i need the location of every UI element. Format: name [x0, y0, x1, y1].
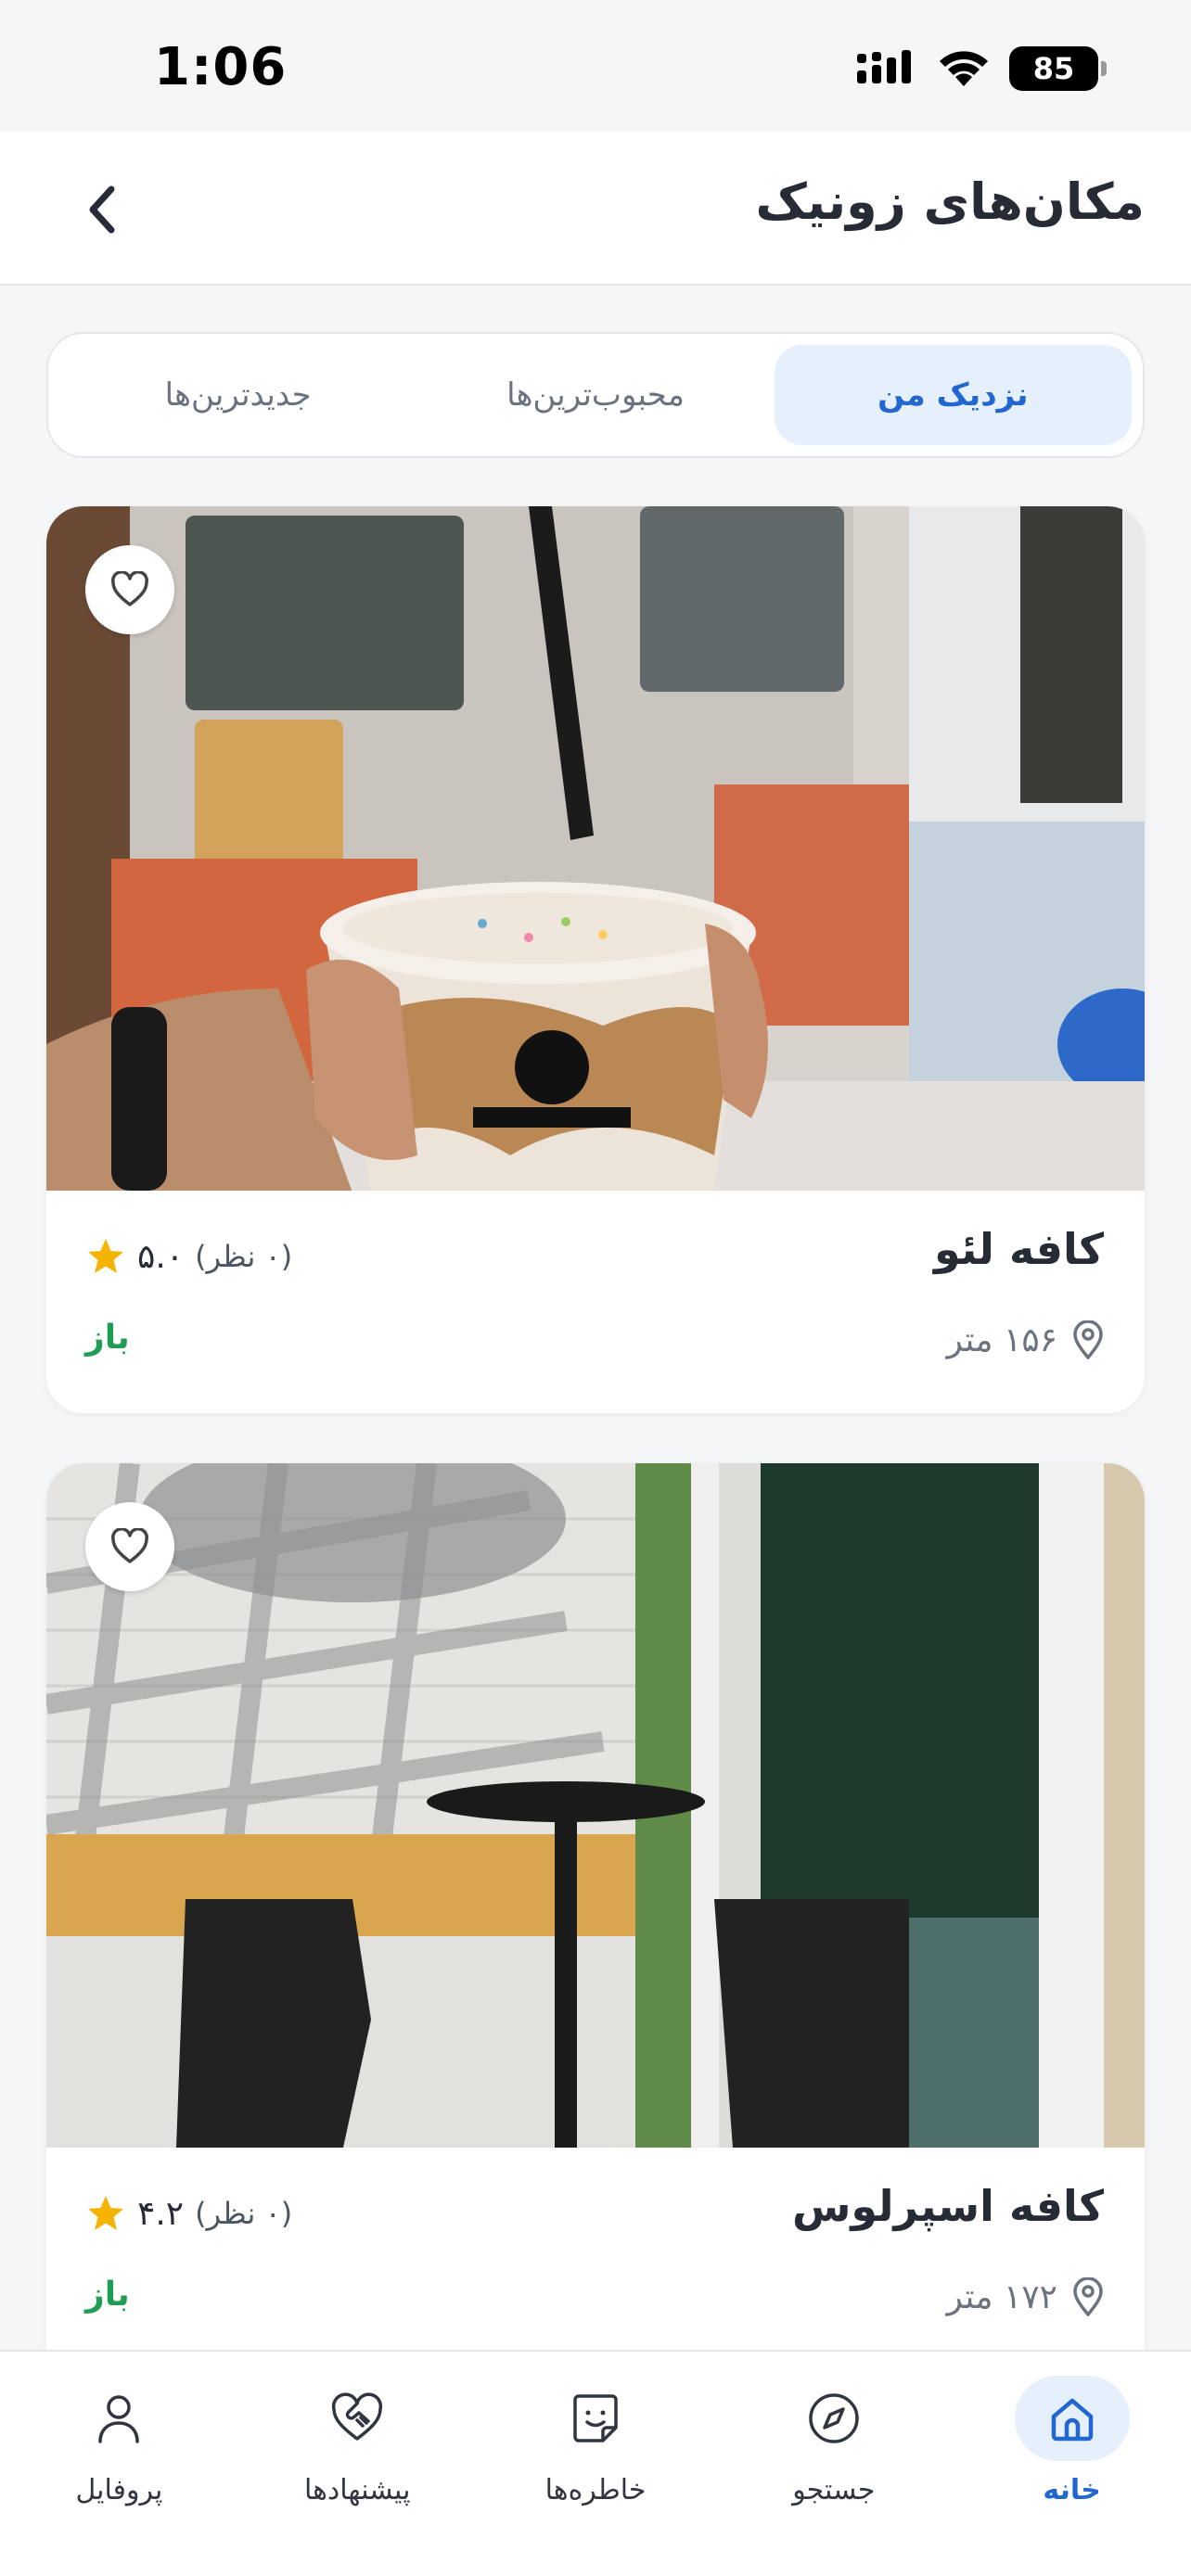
review-count: (۰ نظر) — [195, 1239, 293, 1274]
heart-handshake-icon — [332, 2392, 383, 2441]
place-info: کافه لئو ۵.۰ (۰ نظر) ۱۵۶ متر باز — [46, 1191, 1145, 1413]
home-icon — [1051, 2398, 1093, 2442]
distance-value: ۱۵۶ متر — [946, 1320, 1057, 1359]
place-photo-iced-coffee — [46, 506, 1145, 1191]
chevron-left-icon — [89, 185, 115, 234]
favorite-button[interactable] — [85, 1502, 174, 1591]
nav-item-profile[interactable]: پروفایل — [0, 2352, 238, 2576]
rating: ۵.۰ (۰ نظر) — [85, 1237, 292, 1276]
user-icon — [98, 2395, 140, 2443]
tab-most-popular[interactable]: محبوب‌ترین‌ها — [416, 345, 774, 445]
status-icons: 85 — [857, 46, 1107, 91]
open-status: باز — [85, 2276, 130, 2314]
nav-label-profile: پروفایل — [75, 2474, 163, 2506]
rating-value: ۴.۲ — [137, 2194, 185, 2233]
back-button[interactable] — [65, 172, 139, 247]
tab-newest[interactable]: جدیدترین‌ها — [59, 345, 416, 445]
rating-value: ۵.۰ — [137, 1237, 185, 1276]
nav-item-home[interactable]: خانه — [953, 2352, 1191, 2576]
star-icon — [88, 1239, 123, 1273]
bottom-navigation: خانه جستجو خاطره‌ها — [0, 2350, 1191, 2576]
location-pin-icon — [1073, 2277, 1103, 2316]
review-count: (۰ نظر) — [195, 2196, 293, 2231]
place-photo — [46, 1463, 1145, 2148]
distance: ۱۵۶ متر — [947, 1320, 1104, 1359]
heart-outline-icon — [111, 571, 148, 606]
status-time: 1:06 — [154, 37, 288, 97]
distance: ۱۷۲ متر — [947, 2277, 1104, 2316]
page-title: مکان‌های زونیک — [755, 172, 1145, 231]
status-bar: 1:06 85 — [0, 0, 1191, 132]
tab-near-me[interactable]: نزدیک من — [774, 345, 1132, 445]
wifi-icon — [940, 51, 988, 86]
place-photo-storefront — [46, 1463, 1145, 2148]
nav-icon-wrap — [300, 2376, 415, 2461]
nav-item-suggestions[interactable]: پیشنهادها — [238, 2352, 477, 2576]
memory-note-icon — [573, 2394, 618, 2442]
rating: ۴.۲ (۰ نظر) — [85, 2194, 292, 2233]
heart-outline-icon — [111, 1528, 148, 1563]
place-card[interactable]: کافه اسپرلوس ۴.۲ (۰ نظر) ۱۷۲ متر باز — [46, 1463, 1145, 2391]
place-name: کافه اسپرلوس — [791, 2181, 1104, 2231]
location-pin-icon — [1073, 1320, 1103, 1359]
nav-label-search: جستجو — [792, 2474, 876, 2506]
favorite-button[interactable] — [85, 545, 174, 634]
filter-tabs: نزدیک من محبوب‌ترین‌ها جدیدترین‌ها — [46, 332, 1145, 458]
nav-label-memories: خاطره‌ها — [544, 2474, 647, 2506]
star-icon — [88, 2196, 123, 2230]
place-info: کافه اسپرلوس ۴.۲ (۰ نظر) ۱۷۲ متر باز — [46, 2148, 1145, 2370]
battery-level: 85 — [1032, 51, 1075, 86]
header: مکان‌های زونیک — [0, 132, 1191, 286]
open-status: باز — [85, 1319, 130, 1357]
compass-icon — [809, 2393, 859, 2443]
nav-icon-wrap — [776, 2376, 891, 2461]
place-card[interactable]: کافه لئو ۵.۰ (۰ نظر) ۱۵۶ متر باز — [46, 506, 1145, 1413]
nav-item-search[interactable]: جستجو — [714, 2352, 953, 2576]
cellular-signal-icon — [857, 50, 911, 83]
place-name: کافه لئو — [934, 1224, 1104, 1274]
screen: 1:06 85 مکان‌های زونیک — [0, 0, 1191, 2576]
nav-label-home: خانه — [1043, 2474, 1101, 2506]
nav-icon-wrap — [1014, 2376, 1130, 2461]
nav-item-memories[interactable]: خاطره‌ها — [477, 2352, 715, 2576]
distance-value: ۱۷۲ متر — [946, 2277, 1057, 2316]
place-photo — [46, 506, 1145, 1191]
nav-label-suggestions: پیشنهادها — [303, 2474, 411, 2506]
nav-icon-wrap — [538, 2376, 653, 2461]
nav-icon-wrap — [61, 2376, 176, 2461]
battery-indicator: 85 — [1009, 46, 1107, 91]
